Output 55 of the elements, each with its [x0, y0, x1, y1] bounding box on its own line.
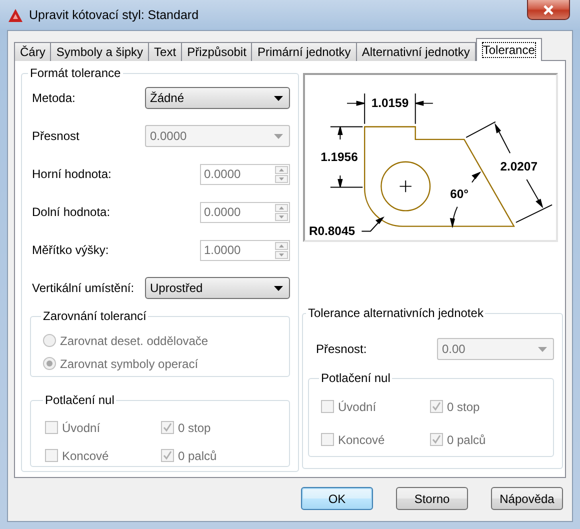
tab[interactable]: Alternativní jednotky: [356, 42, 476, 61]
option-label: Zarovnat deset. oddělovače: [60, 334, 208, 348]
option-label: 0 palců: [178, 448, 217, 462]
option-label: 0 stop: [178, 420, 211, 434]
option-label: Zarovnat symboly operací: [60, 356, 198, 370]
group-title: Potlačení nul: [320, 371, 392, 385]
field-label: Přesnost:: [316, 342, 367, 356]
window-title: Upravit kótovací styl: Standard: [29, 8, 199, 22]
dropdown-arrow-icon: [274, 286, 283, 290]
tab[interactable]: Text: [148, 42, 182, 61]
tab[interactable]: Tolerance: [476, 38, 542, 61]
dropdown-value: 0.00: [442, 342, 466, 356]
tab[interactable]: Symboly a šipky: [50, 42, 150, 61]
dimension-label: 2.0207: [500, 160, 538, 174]
field-label: Vertikální umístění:: [32, 281, 134, 295]
dropdown-arrow-icon: [274, 96, 283, 100]
dropdown[interactable]: Žádné: [145, 87, 290, 109]
spin-value: 1.0000: [204, 243, 241, 257]
tab[interactable]: Čáry: [14, 42, 52, 61]
tab[interactable]: Primární jednotky: [251, 42, 357, 61]
option-label: Úvodní: [338, 400, 376, 414]
group-title: Potlačení nul: [44, 393, 116, 407]
close-button[interactable]: [527, 0, 570, 20]
dimension-label: 60°: [450, 187, 469, 202]
dropdown-value: 0.0000: [150, 129, 187, 143]
option-label: Úvodní: [62, 420, 100, 434]
option-label: 0 stop: [447, 400, 480, 414]
dropdown[interactable]: Uprostřed: [145, 277, 290, 299]
dropdown-value: Uprostřed: [150, 281, 203, 295]
field-label: Přesnost: [32, 129, 80, 143]
dimension-label: 1.0159: [371, 96, 409, 110]
dropdown-value: Žádné: [150, 91, 184, 105]
group-title: Tolerance alternativních jednotek: [307, 306, 484, 320]
option-label: 0 palců: [447, 432, 486, 446]
option-label: Koncové: [62, 448, 109, 462]
field-label: Horní hodnota:: [32, 167, 112, 181]
center-mark-icon: [399, 180, 412, 193]
dropdown-arrow-icon: [274, 134, 283, 138]
tab[interactable]: Přizpůsobit: [181, 42, 252, 61]
dimension-label: 1.1956: [320, 150, 358, 164]
dropdown-arrow-icon: [538, 346, 547, 352]
spin-value: 0.0000: [204, 167, 241, 181]
dialog-button[interactable]: OK: [301, 487, 373, 510]
group-title: Formát tolerance: [29, 66, 122, 80]
close-icon: [543, 4, 554, 14]
app-logo-icon: [8, 8, 23, 22]
field-label: Měřítko výšky:: [32, 243, 109, 257]
field-label: Metoda:: [32, 91, 76, 105]
option-label: Koncové: [338, 432, 385, 446]
group-title: Zarovnání tolerancí: [42, 309, 148, 323]
spin-value: 0.0000: [204, 205, 241, 219]
dimension-label: R0.8045: [308, 224, 356, 238]
dialog-button[interactable]: Storno: [396, 487, 468, 510]
field-label: Dolní hodnota:: [32, 205, 110, 219]
dialog-button[interactable]: Nápověda: [491, 487, 563, 510]
